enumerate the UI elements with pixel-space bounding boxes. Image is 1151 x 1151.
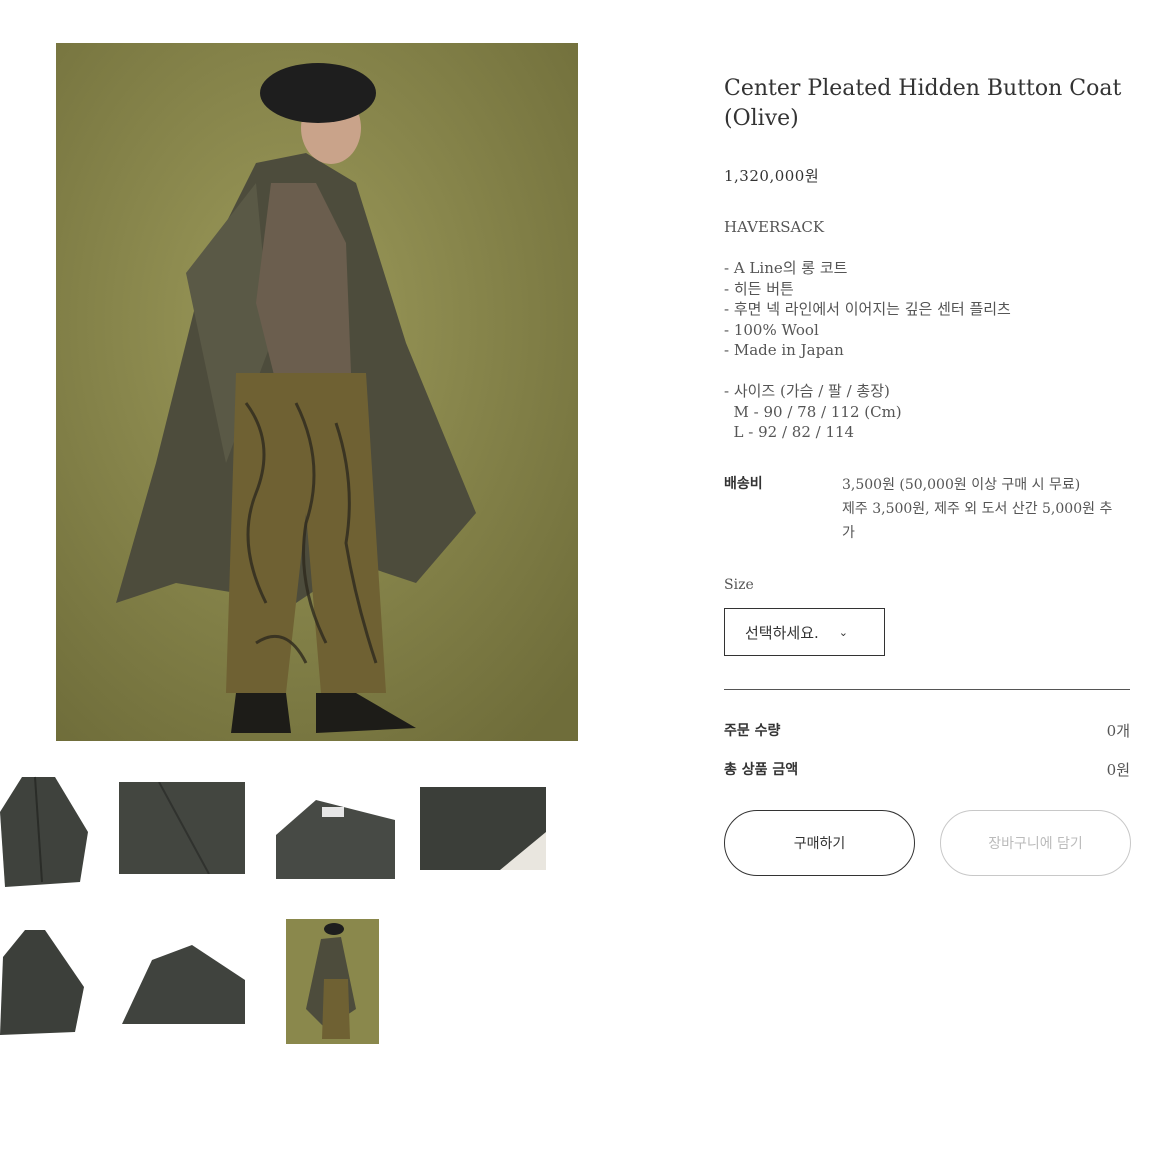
- size-label: Size: [724, 577, 754, 593]
- total-price-value: 0원: [1106, 761, 1130, 779]
- description-line: - 히든 버튼: [724, 279, 794, 298]
- thumbnail-coat-back[interactable]: [0, 927, 84, 1037]
- shipping-info: 3,500원 (50,000원 이상 구매 시 무료) 제주 3,500원, 제…: [842, 473, 1122, 545]
- chevron-down-icon: ⌄: [838, 625, 848, 639]
- quantity-label: 주문 수량: [724, 723, 781, 739]
- product-brand: HAVERSACK: [724, 218, 825, 236]
- thumbnail-collar[interactable]: [276, 795, 395, 879]
- buy-now-button[interactable]: 구매하기: [724, 810, 915, 876]
- thumbnail-back-pleat[interactable]: [122, 940, 245, 1024]
- divider: [724, 689, 1130, 690]
- product-description: - A Line의 롱 코트 - 히든 버튼 - 후면 넥 라인에서 이어지는 …: [724, 258, 1011, 443]
- main-product-photo: [56, 43, 578, 741]
- add-to-cart-button[interactable]: 장바구니에 담기: [940, 810, 1131, 876]
- description-line: - 사이즈 (가슴 / 팔 / 총장): [724, 382, 890, 400]
- description-line: - A Line의 롱 코트: [724, 259, 848, 277]
- size-select[interactable]: 선택하세요. ⌄: [724, 608, 885, 656]
- product-title: Center Pleated Hidden Button Coat (Olive…: [724, 76, 1122, 131]
- description-line: L - 92 / 82 / 114: [724, 423, 855, 441]
- quantity-value: 0개: [1106, 722, 1130, 740]
- description-line: - Made in Japan: [724, 341, 844, 359]
- product-price: 1,320,000원: [724, 167, 820, 185]
- thumbnail-coat-front[interactable]: [0, 772, 90, 890]
- description-line: - 100% Wool: [724, 320, 819, 339]
- size-select-value: 선택하세요.: [745, 623, 819, 642]
- thumbnail-hidden-button[interactable]: [420, 787, 546, 870]
- shipping-line: 제주 3,500원, 제주 외 도서 산간 5,000원 추가: [842, 501, 1113, 541]
- thumbnail-model-photo[interactable]: [286, 919, 379, 1044]
- description-line: [724, 361, 1011, 382]
- shipping-label: 배송비: [724, 476, 763, 492]
- description-line: - 후면 넥 라인에서 이어지는 깊은 센터 플리츠: [724, 300, 1011, 318]
- total-price-label: 총 상품 금액: [724, 762, 799, 778]
- description-line: M - 90 / 78 / 112 (Cm): [724, 402, 902, 421]
- shipping-line: 3,500원 (50,000원 이상 구매 시 무료): [842, 477, 1081, 493]
- thumbnail-fabric-detail[interactable]: [119, 782, 245, 874]
